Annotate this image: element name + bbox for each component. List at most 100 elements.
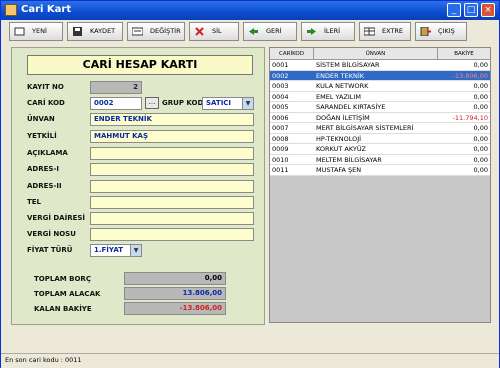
delete-button[interactable]: SİL [189, 22, 239, 41]
table-row[interactable]: 0006 DOĞAN İLETİŞİM -11.794,10 [270, 112, 490, 123]
toplam-alacak-value: 13.806,00 [124, 287, 226, 300]
save-button[interactable]: KAYDET [67, 22, 123, 41]
kalan-bakiye-label: KALAN BAKİYE [34, 305, 92, 313]
table-row[interactable]: 0011 MUSTAFA ŞEN 0,00 [270, 165, 490, 176]
cell-carikod: 0003 [272, 82, 289, 90]
table-row[interactable]: 0001 SİSTEM BİLGİSAYAR 0,00 [270, 60, 490, 71]
adres2-field[interactable] [90, 180, 254, 193]
form-header: CARİ HESAP KARTI [27, 55, 253, 75]
fiyat-turu-value: 1.FİYAT [94, 246, 123, 254]
table-row[interactable]: 0005 SARANDEL KIRTASİYE 0,00 [270, 102, 490, 113]
table-row[interactable]: 0003 KULA NETWORK 0,00 [270, 81, 490, 92]
cell-bakiye: 0,00 [473, 166, 488, 174]
tel-label: TEL [27, 198, 42, 206]
main-window: Cari Kart _ □ × YENİ KAYDET DEĞİŞTİR SİL… [0, 0, 500, 368]
cell-carikod: 0010 [272, 155, 289, 164]
cell-unvan: MERT BİLGİSAYAR SİSTEMLERİ [316, 124, 414, 132]
grup-kod-select[interactable]: SATICI ▼ [202, 97, 254, 110]
vergi-dairesi-label: VERGİ DAİRESİ [27, 214, 86, 222]
cell-bakiye: 0,00 [473, 155, 488, 164]
tel-field[interactable] [90, 196, 254, 209]
cell-carikod: 0007 [272, 124, 289, 132]
aciklama-label: AÇIKLAMA [27, 149, 68, 157]
aciklama-field[interactable] [90, 147, 254, 160]
cari-kod-lookup-button[interactable]: ... [145, 97, 159, 109]
cari-kod-label: CARİ KOD [27, 99, 65, 107]
cell-bakiye: 0,00 [473, 92, 488, 101]
cari-kod-field[interactable]: 0002 [90, 97, 142, 110]
cell-carikod: 0001 [272, 61, 289, 69]
save-icon [73, 27, 82, 36]
toplam-borc-label: TOPLAM BORÇ [34, 275, 91, 283]
title-bar[interactable]: Cari Kart _ □ × [1, 1, 499, 20]
kalan-bakiye-value: -13.806,00 [124, 302, 226, 315]
vergi-nosu-field[interactable] [90, 228, 254, 241]
statement-button[interactable]: EXTRE [359, 22, 411, 41]
cell-unvan: KULA NETWORK [316, 82, 369, 90]
exit-label: ÇIKIŞ [438, 27, 455, 35]
adres1-field[interactable] [90, 163, 254, 176]
unvan-label: ÜNVAN [27, 115, 55, 123]
vergi-dairesi-field[interactable] [90, 212, 254, 225]
table-row[interactable]: 0008 HP-TEKNOLOJİ 0,00 [270, 133, 490, 144]
cell-carikod: 0002 [272, 71, 289, 80]
cell-unvan: HP-TEKNOLOJİ [316, 134, 362, 143]
column-header-unvan[interactable]: ÜNVAN [314, 48, 438, 60]
cell-bakiye: 0,00 [473, 145, 488, 153]
yetkili-label: YETKİLİ [27, 132, 57, 140]
cell-unvan: KORKUT AKYÜZ [316, 145, 366, 153]
accounts-grid[interactable]: CARİKOD ÜNVAN BAKİYE 0001 SİSTEM BİLGİSAY… [269, 47, 491, 323]
exit-icon [420, 27, 431, 36]
toolbar: YENİ KAYDET DEĞİŞTİR SİL GERİ İLERİ EXTR… [3, 22, 499, 44]
back-button[interactable]: GERİ [243, 22, 297, 41]
kayit-no-field: 2 [90, 81, 142, 94]
app-icon [5, 4, 17, 16]
cell-unvan: DOĞAN İLETİŞİM [316, 113, 370, 122]
save-label: KAYDET [90, 27, 116, 35]
table-row[interactable]: 0009 KORKUT AKYÜZ 0,00 [270, 144, 490, 155]
delete-label: SİL [212, 27, 222, 35]
form-panel: CARİ HESAP KARTI KAYIT NO 2 CARİ KOD 000… [11, 47, 265, 325]
adres2-label: ADRES-II [27, 182, 62, 190]
cell-unvan: MUSTAFA ŞEN [316, 166, 362, 174]
edit-button[interactable]: DEĞİŞTİR [127, 22, 185, 41]
toplam-alacak-label: TOPLAM ALACAK [34, 290, 101, 298]
table-row[interactable]: 0002 ENDER TEKNİK -13.806,00 [270, 70, 490, 81]
new-button[interactable]: YENİ [9, 22, 63, 41]
grup-kod-label: GRUP KOD [162, 99, 204, 107]
forward-button[interactable]: İLERİ [301, 22, 355, 41]
statement-icon [364, 27, 375, 36]
yetkili-field[interactable]: MAHMUT KAŞ [90, 130, 254, 143]
cell-bakiye: 0,00 [473, 134, 488, 143]
exit-button[interactable]: ÇIKIŞ [415, 22, 467, 41]
new-label: YENİ [32, 27, 47, 35]
cell-carikod: 0008 [272, 134, 289, 143]
cell-bakiye: -11.794,10 [452, 113, 488, 122]
fiyat-turu-select[interactable]: 1.FİYAT ▼ [90, 244, 142, 257]
cell-unvan: SARANDEL KIRTASİYE [316, 103, 386, 111]
column-header-bakiye[interactable]: BAKİYE [438, 48, 490, 60]
cell-unvan: EMEL YAZILIM [316, 92, 361, 101]
unvan-field[interactable]: ENDER TEKNİK [90, 113, 254, 126]
close-icon[interactable]: × [481, 3, 495, 17]
table-row[interactable]: 0010 MELTEM BİLGİSAYAR 0,00 [270, 154, 490, 165]
cell-unvan: MELTEM BİLGİSAYAR [316, 155, 382, 164]
new-icon [14, 27, 25, 36]
maximize-icon[interactable]: □ [464, 3, 478, 17]
forward-label: İLERİ [324, 27, 341, 35]
back-label: GERİ [266, 27, 282, 35]
table-row[interactable]: 0004 EMEL YAZILIM 0,00 [270, 91, 490, 102]
forward-arrow-icon [307, 28, 316, 35]
kayit-no-label: KAYIT NO [27, 83, 64, 91]
column-header-carikod[interactable]: CARİKOD [270, 48, 314, 60]
cell-carikod: 0009 [272, 145, 289, 153]
minimize-icon[interactable]: _ [447, 3, 461, 17]
cell-bakiye: 0,00 [473, 103, 488, 111]
table-row[interactable]: 0007 MERT BİLGİSAYAR SİSTEMLERİ 0,00 [270, 123, 490, 134]
cell-bakiye: 0,00 [473, 82, 488, 90]
chevron-down-icon: ▼ [242, 98, 253, 109]
chevron-down-icon: ▼ [130, 245, 141, 256]
cell-carikod: 0006 [272, 113, 289, 122]
edit-label: DEĞİŞTİR [150, 27, 181, 35]
cell-carikod: 0005 [272, 103, 289, 111]
